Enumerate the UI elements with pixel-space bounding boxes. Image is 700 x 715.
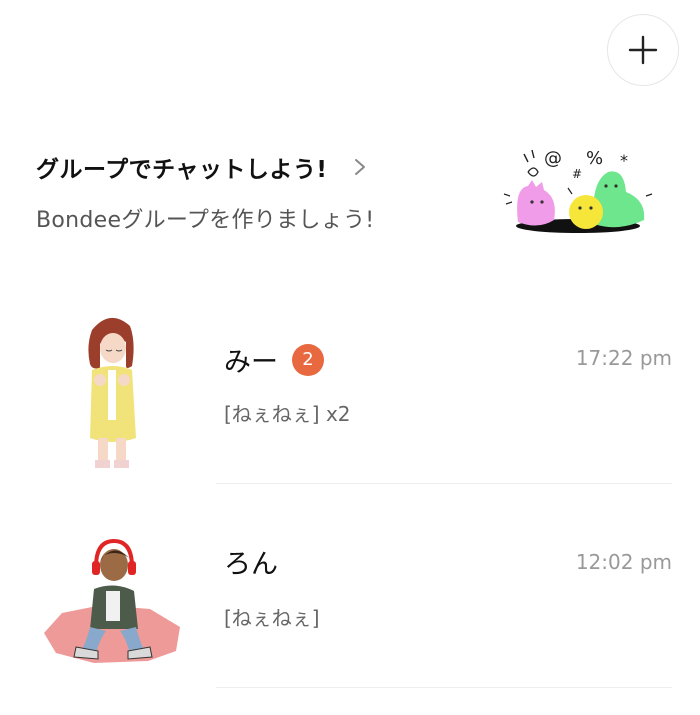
- promo-title-row[interactable]: グループでチャットしよう!: [36, 150, 516, 184]
- chevron-right-icon: [355, 159, 366, 175]
- row-divider: [216, 483, 672, 484]
- chat-list-item[interactable]: ろん 12:02 pm [ねぇねぇ]: [0, 490, 700, 690]
- group-promo-banner[interactable]: グループでチャットしよう! Bondeeグループを作りましょう!: [36, 150, 516, 234]
- chat-name-row: ろん: [224, 542, 278, 581]
- asterisk-symbol: *: [620, 151, 628, 170]
- contact-name: ろん: [224, 549, 278, 580]
- promo-title: グループでチャットしよう!: [36, 157, 328, 183]
- promo-subtitle: Bondeeグループを作りましょう!: [36, 208, 375, 233]
- chat-name-row: みー 2: [224, 340, 324, 379]
- avatar[interactable]: [40, 308, 190, 488]
- contact-name: みー: [224, 347, 278, 378]
- avatar[interactable]: [40, 520, 190, 700]
- hash-symbol: #: [572, 167, 582, 181]
- group-chat-illustration: @ % # *: [503, 148, 653, 233]
- chat-list-screen: グループでチャットしよう! Bondeeグループを作りましょう! @ % # *: [0, 0, 700, 715]
- percent-symbol: %: [586, 148, 603, 169]
- last-message-preview: [ねぇねぇ] x2: [224, 402, 351, 426]
- unread-badge: 2: [292, 343, 324, 376]
- plus-icon: [628, 35, 658, 65]
- at-symbol: @: [544, 148, 562, 169]
- add-button[interactable]: [607, 14, 679, 86]
- last-message-preview: [ねぇねぇ]: [224, 606, 320, 630]
- chat-list-item[interactable]: みー 2 17:22 pm [ねぇねぇ] x2: [0, 290, 700, 490]
- chat-timestamp: 12:02 pm: [575, 550, 672, 574]
- row-divider: [216, 687, 672, 688]
- chat-timestamp: 17:22 pm: [575, 346, 672, 370]
